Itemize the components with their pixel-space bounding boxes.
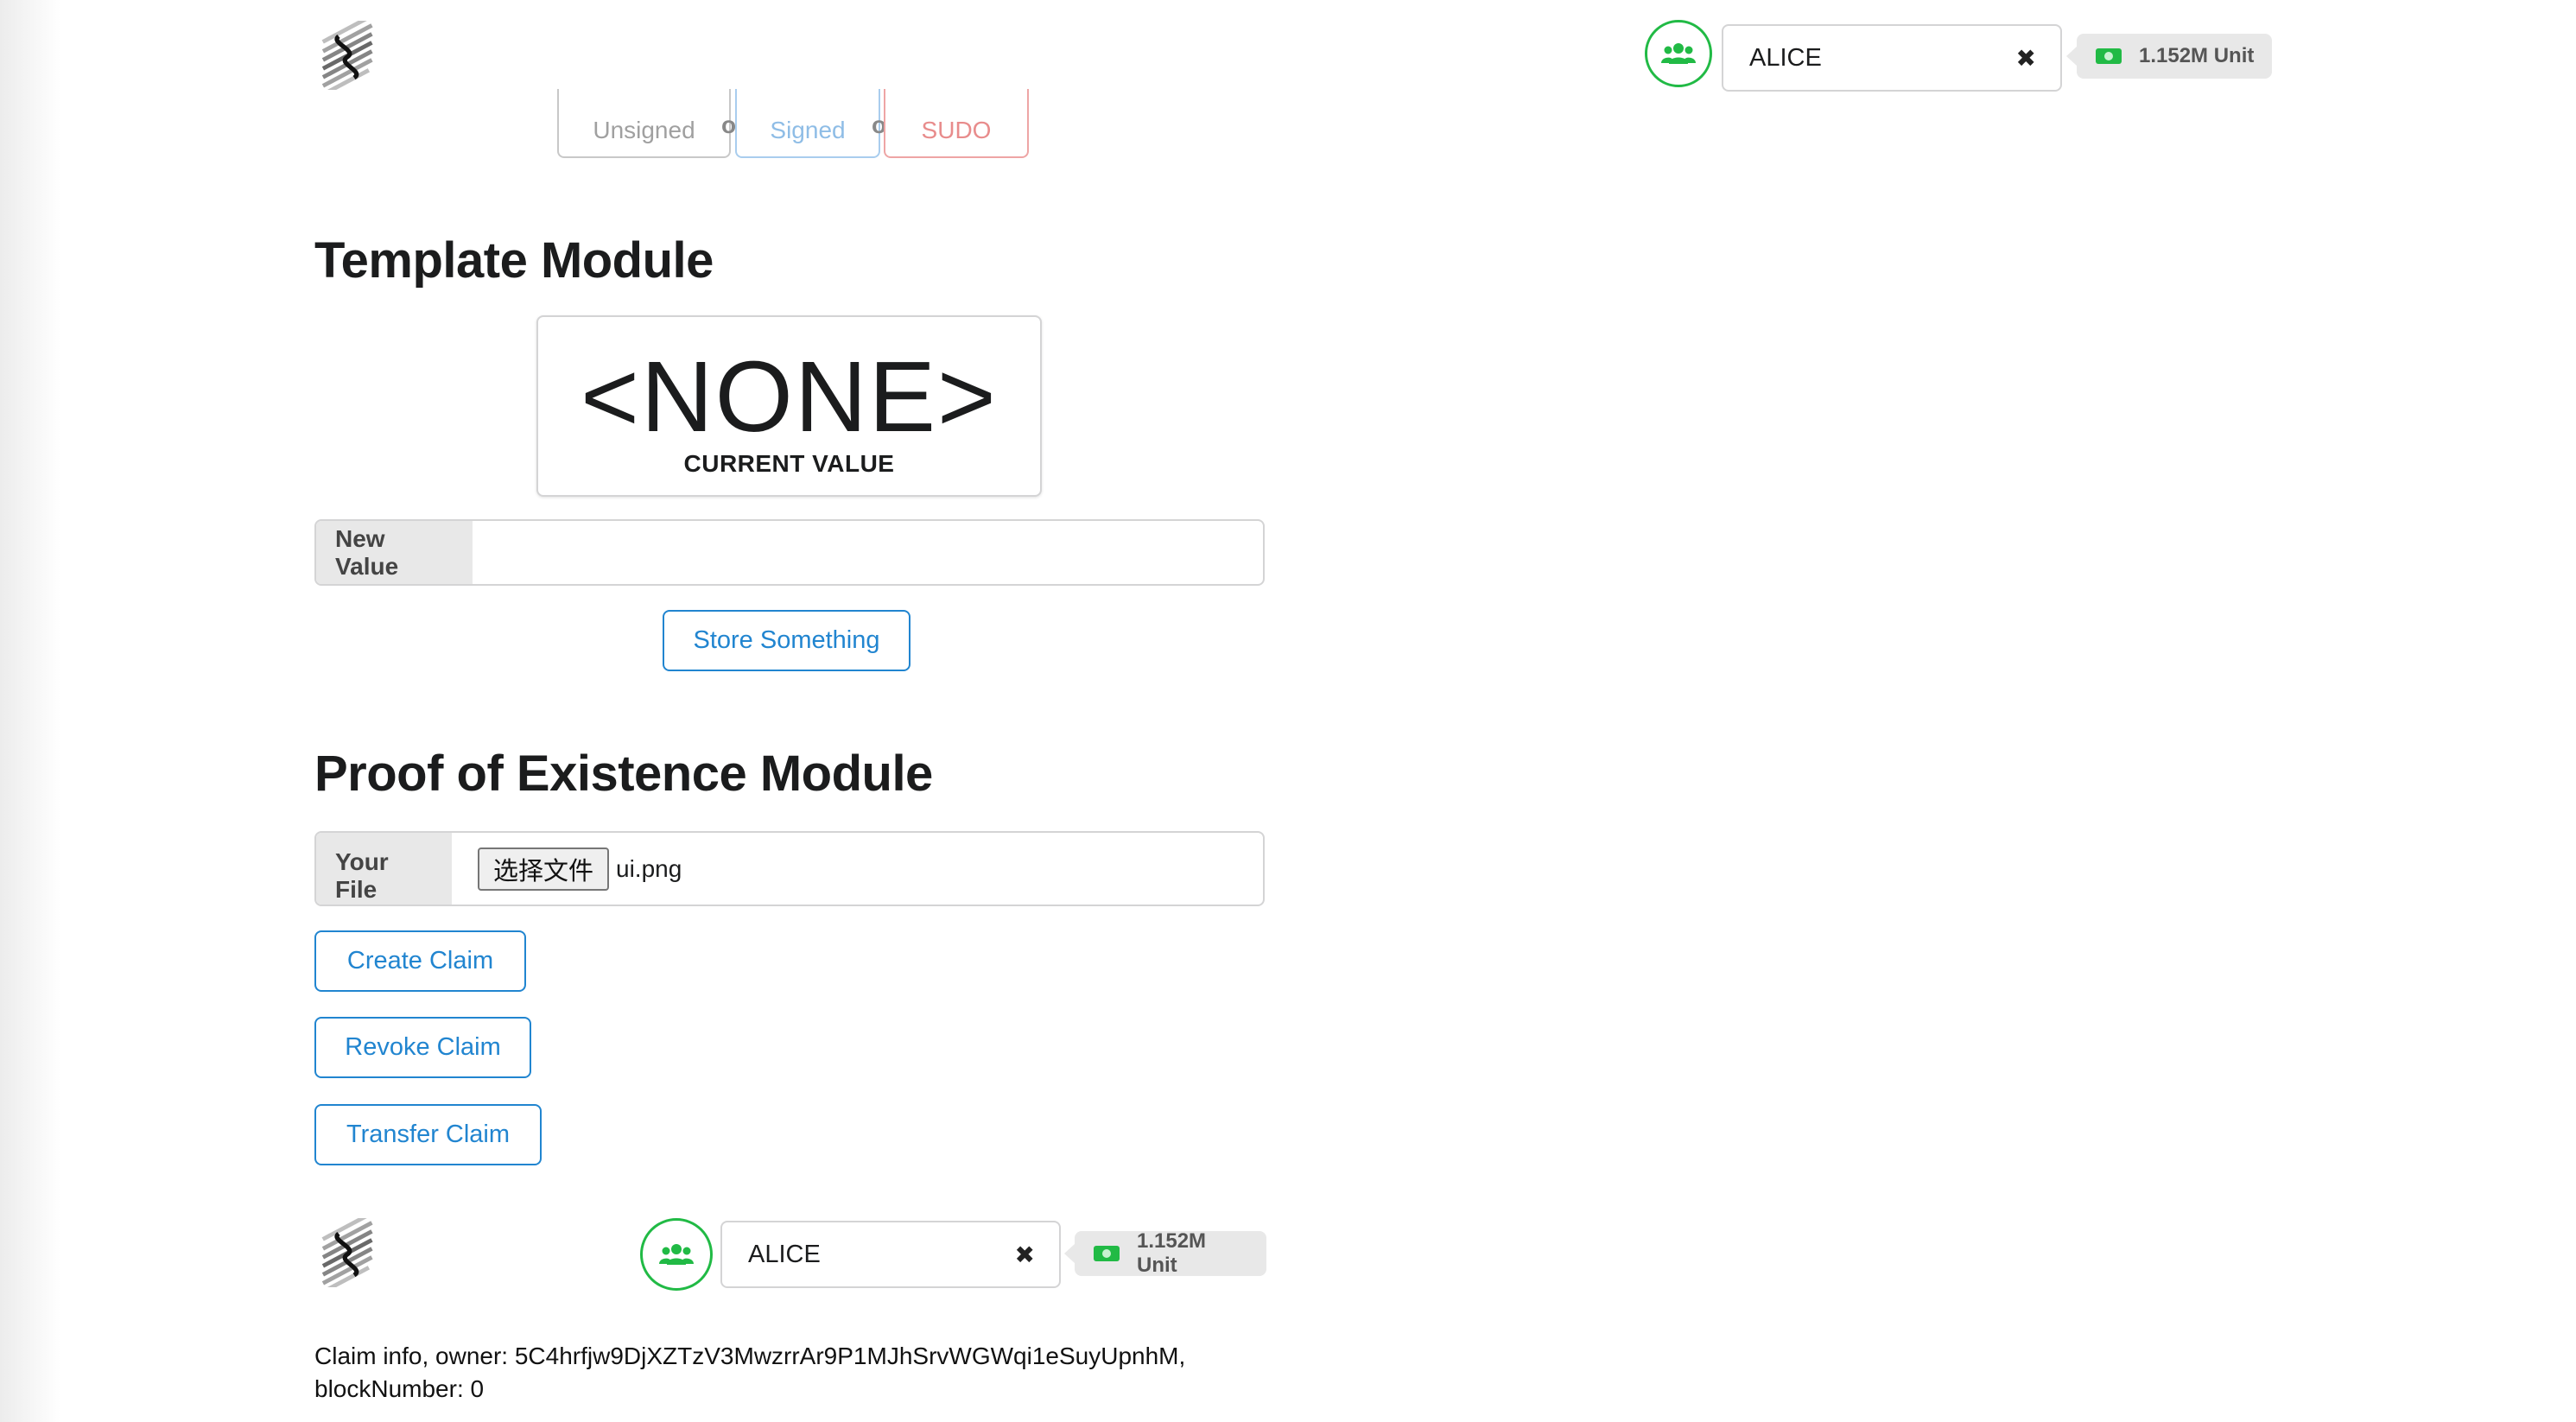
clear-icon[interactable]: ✖ <box>2016 44 2036 73</box>
balance-value: 1.152M Unit <box>1137 1229 1207 1277</box>
revoke-claim-button[interactable]: Revoke Claim <box>314 1017 531 1078</box>
current-value-card: <NONE> CURRENT VALUE <box>536 315 1042 497</box>
account-name: ALICE <box>1749 43 1822 72</box>
balance-label: 1.152M Unit <box>1064 1229 1266 1277</box>
money-icon <box>2096 48 2122 64</box>
account-users-button[interactable] <box>640 1218 713 1291</box>
current-value: <NONE> <box>581 340 998 453</box>
balance-value: 1.152M Unit <box>2139 44 2255 67</box>
clear-icon[interactable]: ✖ <box>1015 1241 1035 1269</box>
claim-info-block: blockNumber: 0 <box>314 1375 485 1402</box>
poe-module-title: Proof of Existence Module <box>314 746 933 802</box>
claim-info: Claim info, owner: 5C4hrfjw9DjXZTzV3Mwzr… <box>314 1340 1185 1406</box>
substrate-logo-icon <box>321 1218 373 1287</box>
money-icon <box>1094 1246 1120 1261</box>
substrate-logo-icon <box>321 21 373 90</box>
current-value-label: CURRENT VALUE <box>683 450 895 477</box>
signed-label: Signed <box>770 117 846 143</box>
your-file-label: Your File <box>316 833 452 905</box>
page-side-shade <box>0 0 60 1422</box>
users-icon <box>659 1244 694 1265</box>
users-icon <box>1661 43 1696 64</box>
claim-info-owner: Claim info, owner: 5C4hrfjw9DjXZTzV3Mwzr… <box>314 1343 1186 1369</box>
unsigned-label: Unsigned <box>593 117 695 143</box>
your-file-input-group: Your File 选择文件 ui.png <box>314 831 1265 906</box>
account-dropdown[interactable]: ALICE ✖ <box>720 1221 1061 1288</box>
sudo-button[interactable]: SUDO <box>884 89 1029 158</box>
transfer-claim-button[interactable]: Transfer Claim <box>314 1104 542 1165</box>
new-value-label: New Value <box>316 521 473 584</box>
create-claim-button[interactable]: Create Claim <box>314 930 526 992</box>
file-name: ui.png <box>616 854 682 882</box>
signed-button[interactable]: Signed <box>735 89 880 158</box>
choose-file-button[interactable]: 选择文件 <box>478 847 610 891</box>
file-input[interactable]: 选择文件 ui.png <box>452 833 1263 905</box>
account-dropdown[interactable]: ALICE ✖ <box>1722 24 2062 92</box>
new-value-input[interactable] <box>473 521 1263 584</box>
account-users-button[interactable] <box>1645 20 1712 87</box>
store-something-button[interactable]: Store Something <box>663 610 910 671</box>
unsigned-button[interactable]: Unsigned <box>557 89 731 158</box>
sudo-label: SUDO <box>921 117 992 143</box>
template-module-title: Template Module <box>314 232 714 289</box>
account-name: ALICE <box>748 1240 821 1268</box>
new-value-input-group: New Value <box>314 519 1265 586</box>
balance-label: 1.152M Unit <box>2066 34 2272 79</box>
